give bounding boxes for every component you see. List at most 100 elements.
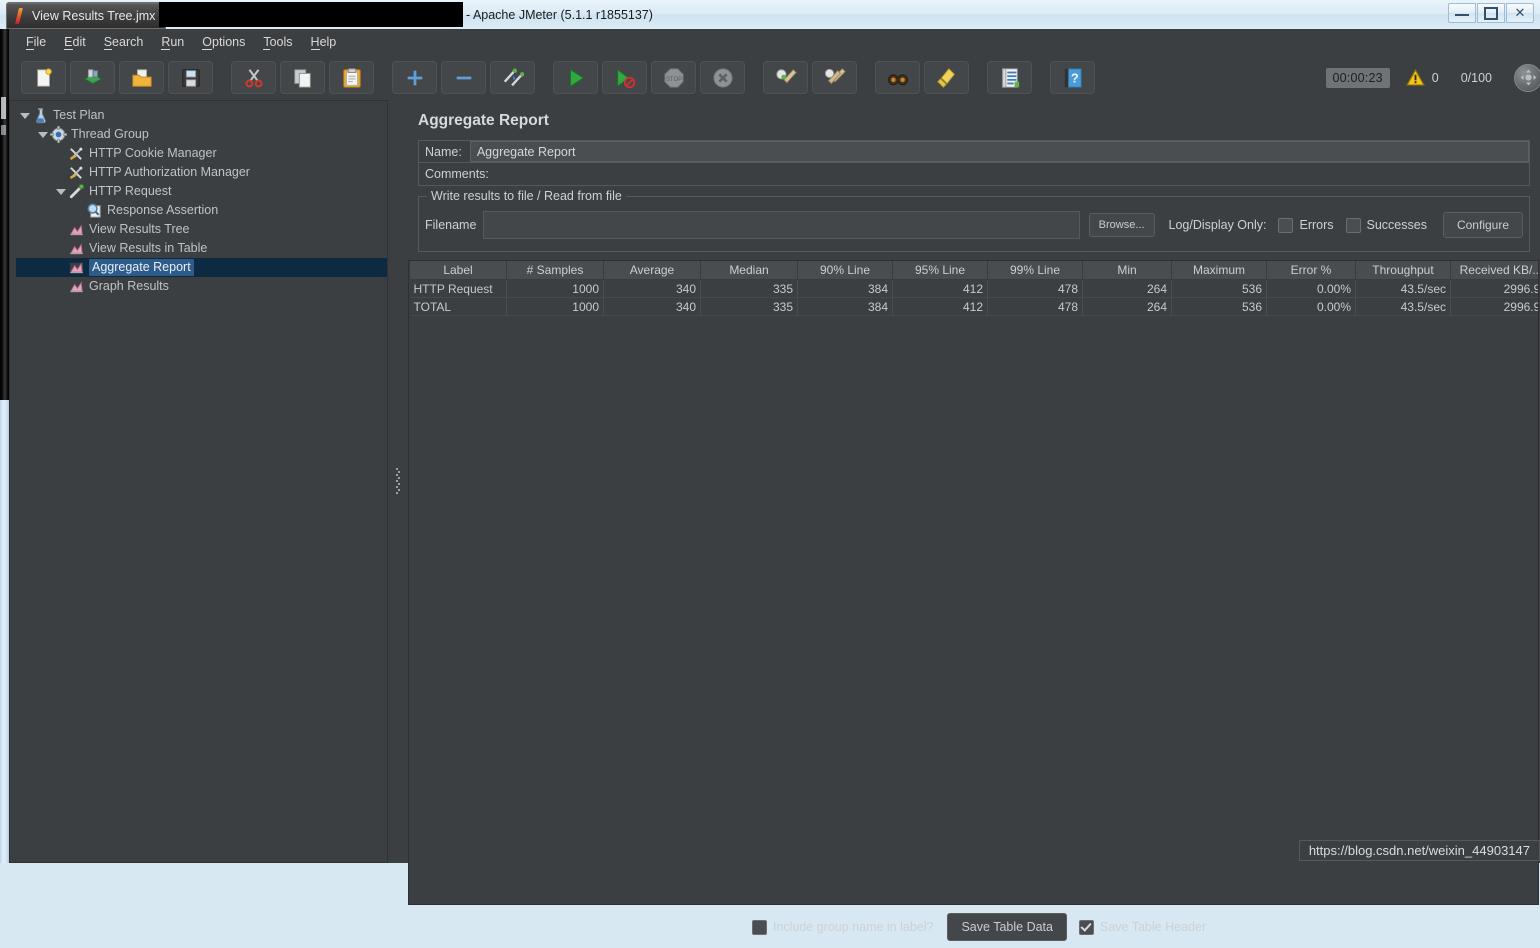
column-header[interactable]: Average (604, 261, 701, 280)
menu-item-search[interactable]: Search (95, 32, 153, 52)
tree-node-thread-group[interactable]: Thread Group (16, 125, 387, 144)
tree-indent (54, 147, 67, 160)
column-header[interactable]: Throughput (1356, 261, 1451, 280)
http-request-icon (68, 183, 89, 200)
table-cell: 412 (893, 280, 988, 298)
column-header[interactable]: Median (701, 261, 798, 280)
column-header[interactable]: Error % (1267, 261, 1356, 280)
expand-toggle-icon[interactable] (36, 128, 49, 141)
successes-checkbox[interactable] (1346, 218, 1361, 233)
column-header[interactable]: 90% Line (798, 261, 893, 280)
tree-node-aggregate-report[interactable]: Aggregate Report (16, 258, 387, 277)
table-body: HTTP Request10003403353844124782645360.0… (410, 280, 1540, 316)
table-cell: 43.5/sec (1356, 298, 1451, 316)
tree-node-graph-results[interactable]: Graph Results (16, 277, 387, 296)
tree-node-view-results-tree[interactable]: View Results Tree (16, 220, 387, 239)
errors-checkbox[interactable] (1278, 218, 1293, 233)
window-frame: View Results Tree.jmx - Apache JMeter (5… (0, 0, 1540, 863)
menu-item-tools[interactable]: Tools (254, 32, 301, 52)
templates-button[interactable] (70, 61, 115, 94)
table-row[interactable]: TOTAL10003403353844124782645360.00%43.5/… (410, 298, 1540, 316)
table-cell: 1000 (507, 280, 604, 298)
aggregate-report-panel: Aggregate Report Name: Comments: Write r… (407, 100, 1540, 863)
split-pane-divider[interactable] (388, 100, 407, 863)
expand-toggle-icon[interactable] (54, 185, 67, 198)
menu-item-file[interactable]: File (17, 32, 55, 52)
tree-node-http-cookie-manager[interactable]: HTTP Cookie Manager (16, 144, 387, 163)
tree-node-test-plan[interactable]: Test Plan (16, 106, 387, 125)
help-button[interactable]: ? (1050, 61, 1095, 94)
tree-node-view-results-in-table[interactable]: View Results in Table (16, 239, 387, 258)
warning-indicator[interactable]: 0 (1406, 69, 1439, 86)
column-header[interactable]: 95% Line (893, 261, 988, 280)
browse-button[interactable]: Browse... (1089, 213, 1155, 237)
configure-button[interactable]: Configure (1443, 212, 1523, 238)
menu-item-options[interactable]: Options (193, 32, 254, 52)
expand-toggle-icon[interactable] (18, 109, 31, 122)
copy-button[interactable] (280, 61, 325, 94)
menu-item-run[interactable]: Run (152, 32, 193, 52)
table-cell: TOTAL (410, 298, 507, 316)
reset-search-button[interactable] (924, 61, 969, 94)
function-helper-button[interactable] (987, 61, 1032, 94)
filename-input[interactable] (483, 211, 1079, 239)
stop-button[interactable]: STOP (651, 61, 696, 94)
column-header[interactable]: # Samples (507, 261, 604, 280)
start-no-pauses-button[interactable] (602, 61, 647, 94)
save-icon (180, 67, 202, 89)
tree-node-label: View Results in Table (89, 240, 207, 257)
expand-all-button[interactable] (392, 61, 437, 94)
comments-label: Comments: (419, 167, 497, 181)
shutdown-button[interactable] (700, 61, 745, 94)
column-header[interactable]: Min (1083, 261, 1172, 280)
cut-button[interactable] (231, 61, 276, 94)
maximize-button[interactable] (1477, 3, 1505, 23)
collapse-all-button[interactable] (441, 61, 486, 94)
column-header[interactable]: Label (410, 261, 507, 280)
errors-label: Errors (1299, 218, 1333, 232)
test-plan-tree: Test PlanThread GroupHTTP Cookie Manager… (10, 101, 387, 296)
successes-label: Successes (1367, 218, 1427, 232)
new-button[interactable] (21, 61, 66, 94)
clear-button[interactable] (763, 61, 808, 94)
toggle-button[interactable] (490, 61, 535, 94)
column-header[interactable]: Received KB/... (1451, 261, 1540, 280)
comments-input[interactable] (497, 164, 1529, 185)
include-group-name-checkbox[interactable] (752, 920, 767, 935)
minimize-button[interactable] (1448, 3, 1476, 23)
close-icon: ✕ (1515, 7, 1526, 20)
start-button[interactable] (553, 61, 598, 94)
name-input[interactable] (470, 141, 1529, 162)
save-table-header-checkbox[interactable] (1079, 920, 1094, 935)
menu-item-help[interactable]: Help (302, 32, 346, 52)
tree-node-label: Response Assertion (107, 202, 218, 219)
save-table-data-button[interactable]: Save Table Data (947, 913, 1067, 941)
document-tab[interactable]: View Results Tree.jmx (6, 2, 166, 29)
write-results-legend: Write results to file / Read from file (427, 189, 626, 203)
listener-icon (68, 259, 89, 276)
column-header[interactable]: Maximum (1172, 261, 1267, 280)
listener-icon (68, 240, 89, 257)
warning-triangle-icon (1406, 69, 1425, 86)
table-cell: 0.00% (1267, 280, 1356, 298)
listener-icon (68, 221, 89, 238)
tree-node-http-authorization-manager[interactable]: HTTP Authorization Manager (16, 163, 387, 182)
thread-status-sphere-button[interactable] (1514, 64, 1540, 92)
table-cell: 264 (1083, 280, 1172, 298)
table-header: Label# SamplesAverageMedian90% Line95% L… (410, 261, 1540, 280)
column-header[interactable]: 99% Line (988, 261, 1083, 280)
close-button[interactable]: ✕ (1506, 3, 1534, 23)
expand-arrows-icon (1520, 69, 1537, 86)
tree-node-response-assertion[interactable]: Response Assertion (16, 201, 387, 220)
page-title: Aggregate Report (418, 112, 549, 130)
save-button[interactable] (168, 61, 213, 94)
table-row[interactable]: HTTP Request10003403353844124782645360.0… (410, 280, 1540, 298)
search-button[interactable] (875, 61, 920, 94)
open-button[interactable] (119, 61, 164, 94)
tree-node-http-request[interactable]: HTTP Request (16, 182, 387, 201)
table-cell: 478 (988, 298, 1083, 316)
clear-all-button[interactable] (812, 61, 857, 94)
menu-item-edit[interactable]: Edit (55, 32, 95, 52)
warning-count: 0 (1432, 71, 1439, 85)
paste-button[interactable] (329, 61, 374, 94)
